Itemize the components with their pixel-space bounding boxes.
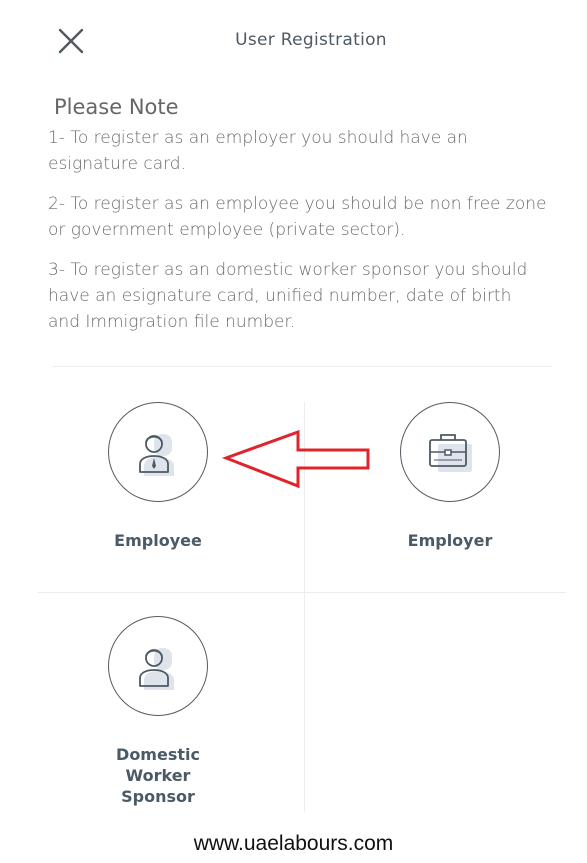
person-icon — [139, 648, 174, 690]
left-arrow-icon — [221, 429, 370, 489]
domestic-worker-sponsor-label: Domestic Worker Sponsor — [116, 745, 200, 806]
note-heading: Please Note — [54, 95, 179, 119]
employer-circle — [400, 402, 500, 502]
domestic-worker-circle — [108, 616, 208, 716]
employee-option[interactable]: Employee — [100, 402, 216, 551]
note-item: 3- To register as an domestic worker spo… — [48, 260, 528, 332]
note-item: 1- To register as an employer you should… — [48, 128, 468, 174]
divider — [52, 366, 552, 367]
domestic-worker-sponsor-option[interactable]: Domestic Worker Sponsor — [100, 616, 216, 807]
briefcase-icon — [429, 434, 472, 472]
watermark: www.uaelabours.com — [193, 832, 394, 855]
note-item: 2- To register as an employee you should… — [48, 194, 547, 240]
employer-label: Employer — [407, 531, 493, 550]
header: User Registration — [0, 0, 587, 80]
employee-icon — [139, 434, 174, 476]
employer-option[interactable]: Employer — [392, 402, 508, 551]
employee-label: Employee — [114, 531, 202, 550]
employee-circle — [108, 402, 208, 502]
annotation-arrow — [221, 428, 372, 497]
divider — [38, 592, 566, 593]
page-title: User Registration — [235, 30, 387, 50]
note-section: Please Note 1- To register as an employe… — [48, 95, 548, 349]
